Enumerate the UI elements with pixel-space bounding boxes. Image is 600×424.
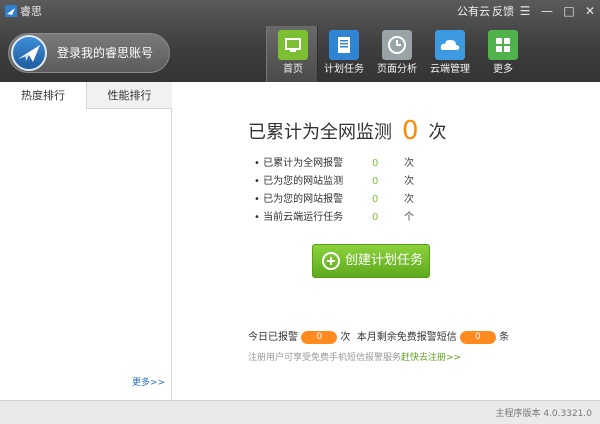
minimize-icon[interactable]: —: [539, 3, 555, 19]
nav-cloud-management[interactable]: 云端管理: [424, 26, 476, 82]
nav-more-label: 更多: [493, 64, 513, 75]
stat-label: • 当前云端运行任务: [254, 212, 344, 223]
clock-icon: [382, 30, 412, 60]
public-cloud-link[interactable]: 公有云: [457, 5, 490, 18]
header: 睿思 公有云 反馈 ☰ — □ ✕ 登录我的睿思账号 首页 计划任务 页面分析 …: [0, 0, 600, 82]
headline-unit: 次: [428, 122, 447, 143]
create-task-label: 创建计划任务: [345, 253, 424, 268]
stat-value: 0: [372, 212, 379, 223]
maximize-icon[interactable]: □: [561, 3, 577, 19]
list-item: • 已累计为全网报警 0 次: [254, 155, 454, 173]
main-panel: 已累计为全网监测 0 次 • 已累计为全网报警 0 次 • 已为您的网站监测 0 次…: [172, 82, 600, 400]
stats-list: • 已累计为全网报警 0 次 • 已为您的网站监测 0 次 • 已为您的网站报警…: [254, 155, 454, 227]
nav-home-label: 首页: [283, 64, 303, 75]
avatar: [11, 35, 47, 71]
register-hint: 注册用户可享受免费手机短信报警服务赶快去注册>>: [248, 350, 461, 363]
stat-label: • 已累计为全网报警: [254, 158, 344, 169]
create-task-button[interactable]: 创建计划任务: [312, 244, 430, 278]
register-hint-text: 注册用户可享受免费手机短信报警服务: [248, 353, 402, 363]
app-title: 睿思: [20, 5, 42, 18]
grid-icon: [488, 30, 518, 60]
sms-unit: 条: [499, 332, 510, 343]
sms-label: 本月剩余免费报警短信: [356, 332, 457, 343]
stat-unit: 个: [404, 212, 414, 223]
version-label: 主程序版本 4.0.3321.0: [495, 409, 592, 419]
list-item: • 当前云端运行任务 0 个: [254, 209, 454, 227]
app-logo-icon: [5, 5, 17, 17]
sidebar-more-link[interactable]: 更多>>: [132, 375, 165, 388]
tab-performance-ranking[interactable]: 性能排行: [86, 82, 172, 109]
nav-page-analysis[interactable]: 页面分析: [371, 26, 423, 82]
stat-label: • 已为您的网站报警: [254, 194, 344, 205]
nav-scheduled-tasks[interactable]: 计划任务: [318, 26, 370, 82]
stat-value: 0: [372, 194, 379, 205]
stat-unit: 次: [404, 176, 414, 187]
list-item: • 已为您的网站报警 0 次: [254, 191, 454, 209]
cloud-icon: [435, 30, 465, 60]
sidebar: 热度排行 性能排行 更多>>: [0, 82, 172, 400]
stat-unit: 次: [404, 158, 414, 169]
title-bar: 睿思 公有云 反馈 ☰ — □ ✕: [0, 0, 600, 24]
plus-circle-icon: [322, 252, 340, 270]
close-icon[interactable]: ✕: [582, 3, 598, 19]
nav-home[interactable]: 首页: [266, 26, 318, 82]
stat-label: • 已为您的网站监测: [254, 176, 344, 187]
today-alarm-label: 今日已报警: [248, 332, 298, 343]
login-button[interactable]: 登录我的睿思账号: [8, 33, 170, 73]
nav-scheduled-tasks-label: 计划任务: [324, 64, 364, 75]
today-alarm-badge: 0: [301, 330, 338, 344]
today-alarm-unit: 次: [340, 332, 351, 343]
feedback-link[interactable]: 反馈: [492, 5, 514, 18]
list-item: • 已为您的网站监测 0 次: [254, 173, 454, 191]
status-bar: 主程序版本 4.0.3321.0: [0, 400, 600, 424]
stat-value: 0: [372, 176, 379, 187]
monitor-icon: [278, 30, 308, 60]
stat-value: 0: [372, 158, 379, 169]
nav-cloud-management-label: 云端管理: [430, 64, 470, 75]
tab-popularity-ranking[interactable]: 热度排行: [0, 82, 86, 109]
login-label: 登录我的睿思账号: [57, 46, 154, 60]
nav-more[interactable]: 更多: [477, 26, 529, 82]
alarm-summary: 今日已报警 0 次 本月剩余免费报警短信 0 条: [248, 330, 509, 346]
sms-badge: 0: [459, 330, 496, 344]
menu-icon[interactable]: ☰: [517, 3, 533, 19]
headline-value: 0: [402, 116, 419, 146]
headline-prefix: 已累计为全网监测: [248, 122, 392, 143]
headline: 已累计为全网监测 0 次: [248, 116, 447, 146]
clipboard-icon: [329, 30, 359, 60]
stat-unit: 次: [404, 194, 414, 205]
register-link[interactable]: 赶快去注册>>: [401, 353, 461, 363]
plane-icon: [18, 45, 40, 62]
nav-page-analysis-label: 页面分析: [377, 64, 417, 75]
